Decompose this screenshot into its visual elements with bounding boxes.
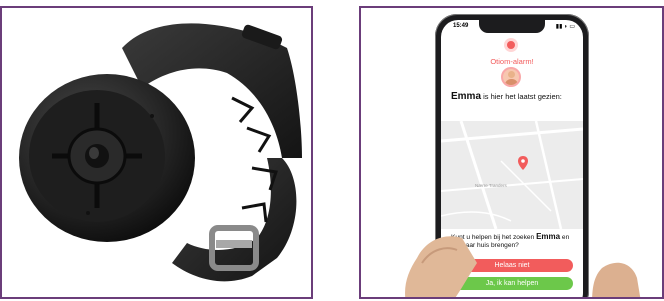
- alarm-indicator-icon: [504, 38, 518, 52]
- phone-notch: [479, 20, 545, 33]
- signal-battery-icon: ▮▮ ◗ ▭: [555, 24, 575, 30]
- avatar: [501, 67, 521, 87]
- map-roads: [441, 121, 583, 229]
- app-screenshot-panel: 15:49 ▮▮ ◗ ▭ Otiom-alarm! Emma is hier h…: [359, 6, 664, 299]
- status-time: 15:49: [453, 23, 469, 29]
- last-seen-text: Emma is hier het laatst gezien:: [451, 91, 576, 102]
- location-map[interactable]: [441, 121, 583, 229]
- last-seen-suffix: is hier het laatst gezien:: [481, 92, 562, 101]
- person-name: Emma: [451, 91, 482, 102]
- wristband-device-image: [19, 23, 302, 282]
- product-image-panel: [0, 6, 313, 299]
- alarm-title: Otiom-alarm!: [490, 57, 534, 66]
- map-place-label: Nærre Tranders: [475, 183, 507, 188]
- hand-image: [405, 236, 641, 297]
- location-pin-icon: [518, 156, 528, 170]
